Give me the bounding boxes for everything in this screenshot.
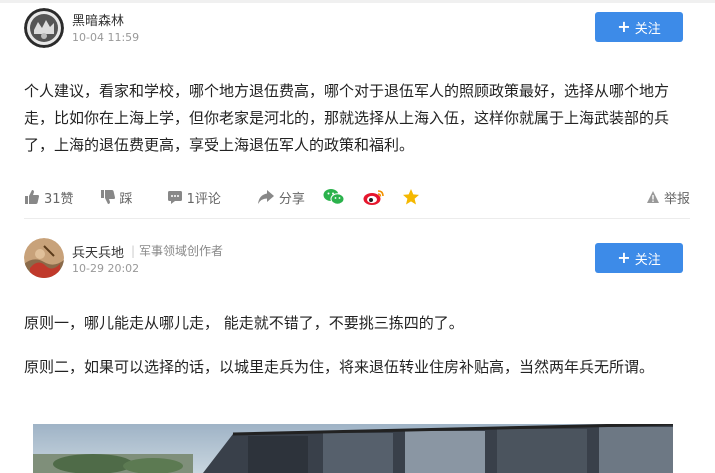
report-label: 举报 — [663, 191, 690, 207]
follow-button[interactable]: + 关注 — [595, 243, 683, 273]
answer-divider — [24, 218, 690, 219]
dislike-button[interactable]: 踩 — [100, 188, 133, 207]
creator-tag-label: 军事领域创作者 — [139, 244, 224, 258]
report-button[interactable]: 举报 — [646, 188, 690, 207]
action-bar: 31赞 踩 1评论 分享 举报 — [24, 185, 690, 209]
wechat-icon — [323, 189, 345, 205]
weibo-icon — [363, 190, 384, 205]
comment-button[interactable]: 1评论 — [167, 188, 221, 207]
follow-button-label: 关注 — [634, 21, 661, 37]
like-button[interactable]: 31赞 — [24, 188, 74, 207]
avatar[interactable] — [24, 8, 64, 48]
share-label: 分享 — [278, 191, 305, 207]
post-datetime: 10-04 11:59 — [72, 31, 140, 44]
report-icon — [646, 191, 659, 203]
answer-image[interactable] — [33, 424, 673, 473]
thumbs-down-icon — [100, 190, 115, 204]
avatar[interactable] — [24, 238, 64, 278]
plus-icon: + — [617, 248, 631, 267]
post-datetime: 10-29 20:02 — [72, 262, 140, 275]
follow-button-label: 关注 — [634, 252, 661, 268]
share-wechat-button[interactable] — [323, 188, 345, 206]
author-name[interactable]: 兵天兵地 — [72, 242, 124, 261]
comment-icon — [167, 191, 182, 204]
top-divider — [0, 0, 715, 3]
comment-count: 1评论 — [186, 191, 221, 207]
like-count: 31赞 — [44, 191, 74, 207]
favorite-button[interactable] — [402, 188, 420, 206]
bus-window-photo — [33, 424, 673, 473]
dislike-label: 踩 — [119, 191, 133, 207]
star-icon — [402, 189, 419, 205]
answer-paragraph: 原则一，哪儿能走从哪儿走， 能走就不错了，不要挑三拣四的了。 — [24, 314, 464, 332]
follow-button[interactable]: + 关注 — [595, 12, 683, 42]
share-button[interactable]: 分享 — [257, 188, 305, 207]
thumbs-up-icon — [25, 190, 39, 204]
creator-tag: | 军事领域创作者 — [131, 244, 224, 258]
plus-icon: + — [617, 17, 631, 36]
answer-content: 个人建议，看家和学校，哪个地方退伍费高，哪个对于退伍军人的照顾政策最好，选择从哪… — [24, 82, 670, 154]
share-weibo-button[interactable] — [363, 188, 385, 206]
avatar-image — [24, 238, 64, 278]
share-icon — [257, 190, 274, 204]
answer-paragraph: 原则二，如果可以选择的话，以城里走兵为住，将来退伍转业住房补贴高，当然两年兵无所… — [24, 358, 655, 376]
avatar-image — [24, 8, 64, 48]
author-name[interactable]: 黑暗森林 — [72, 10, 124, 29]
